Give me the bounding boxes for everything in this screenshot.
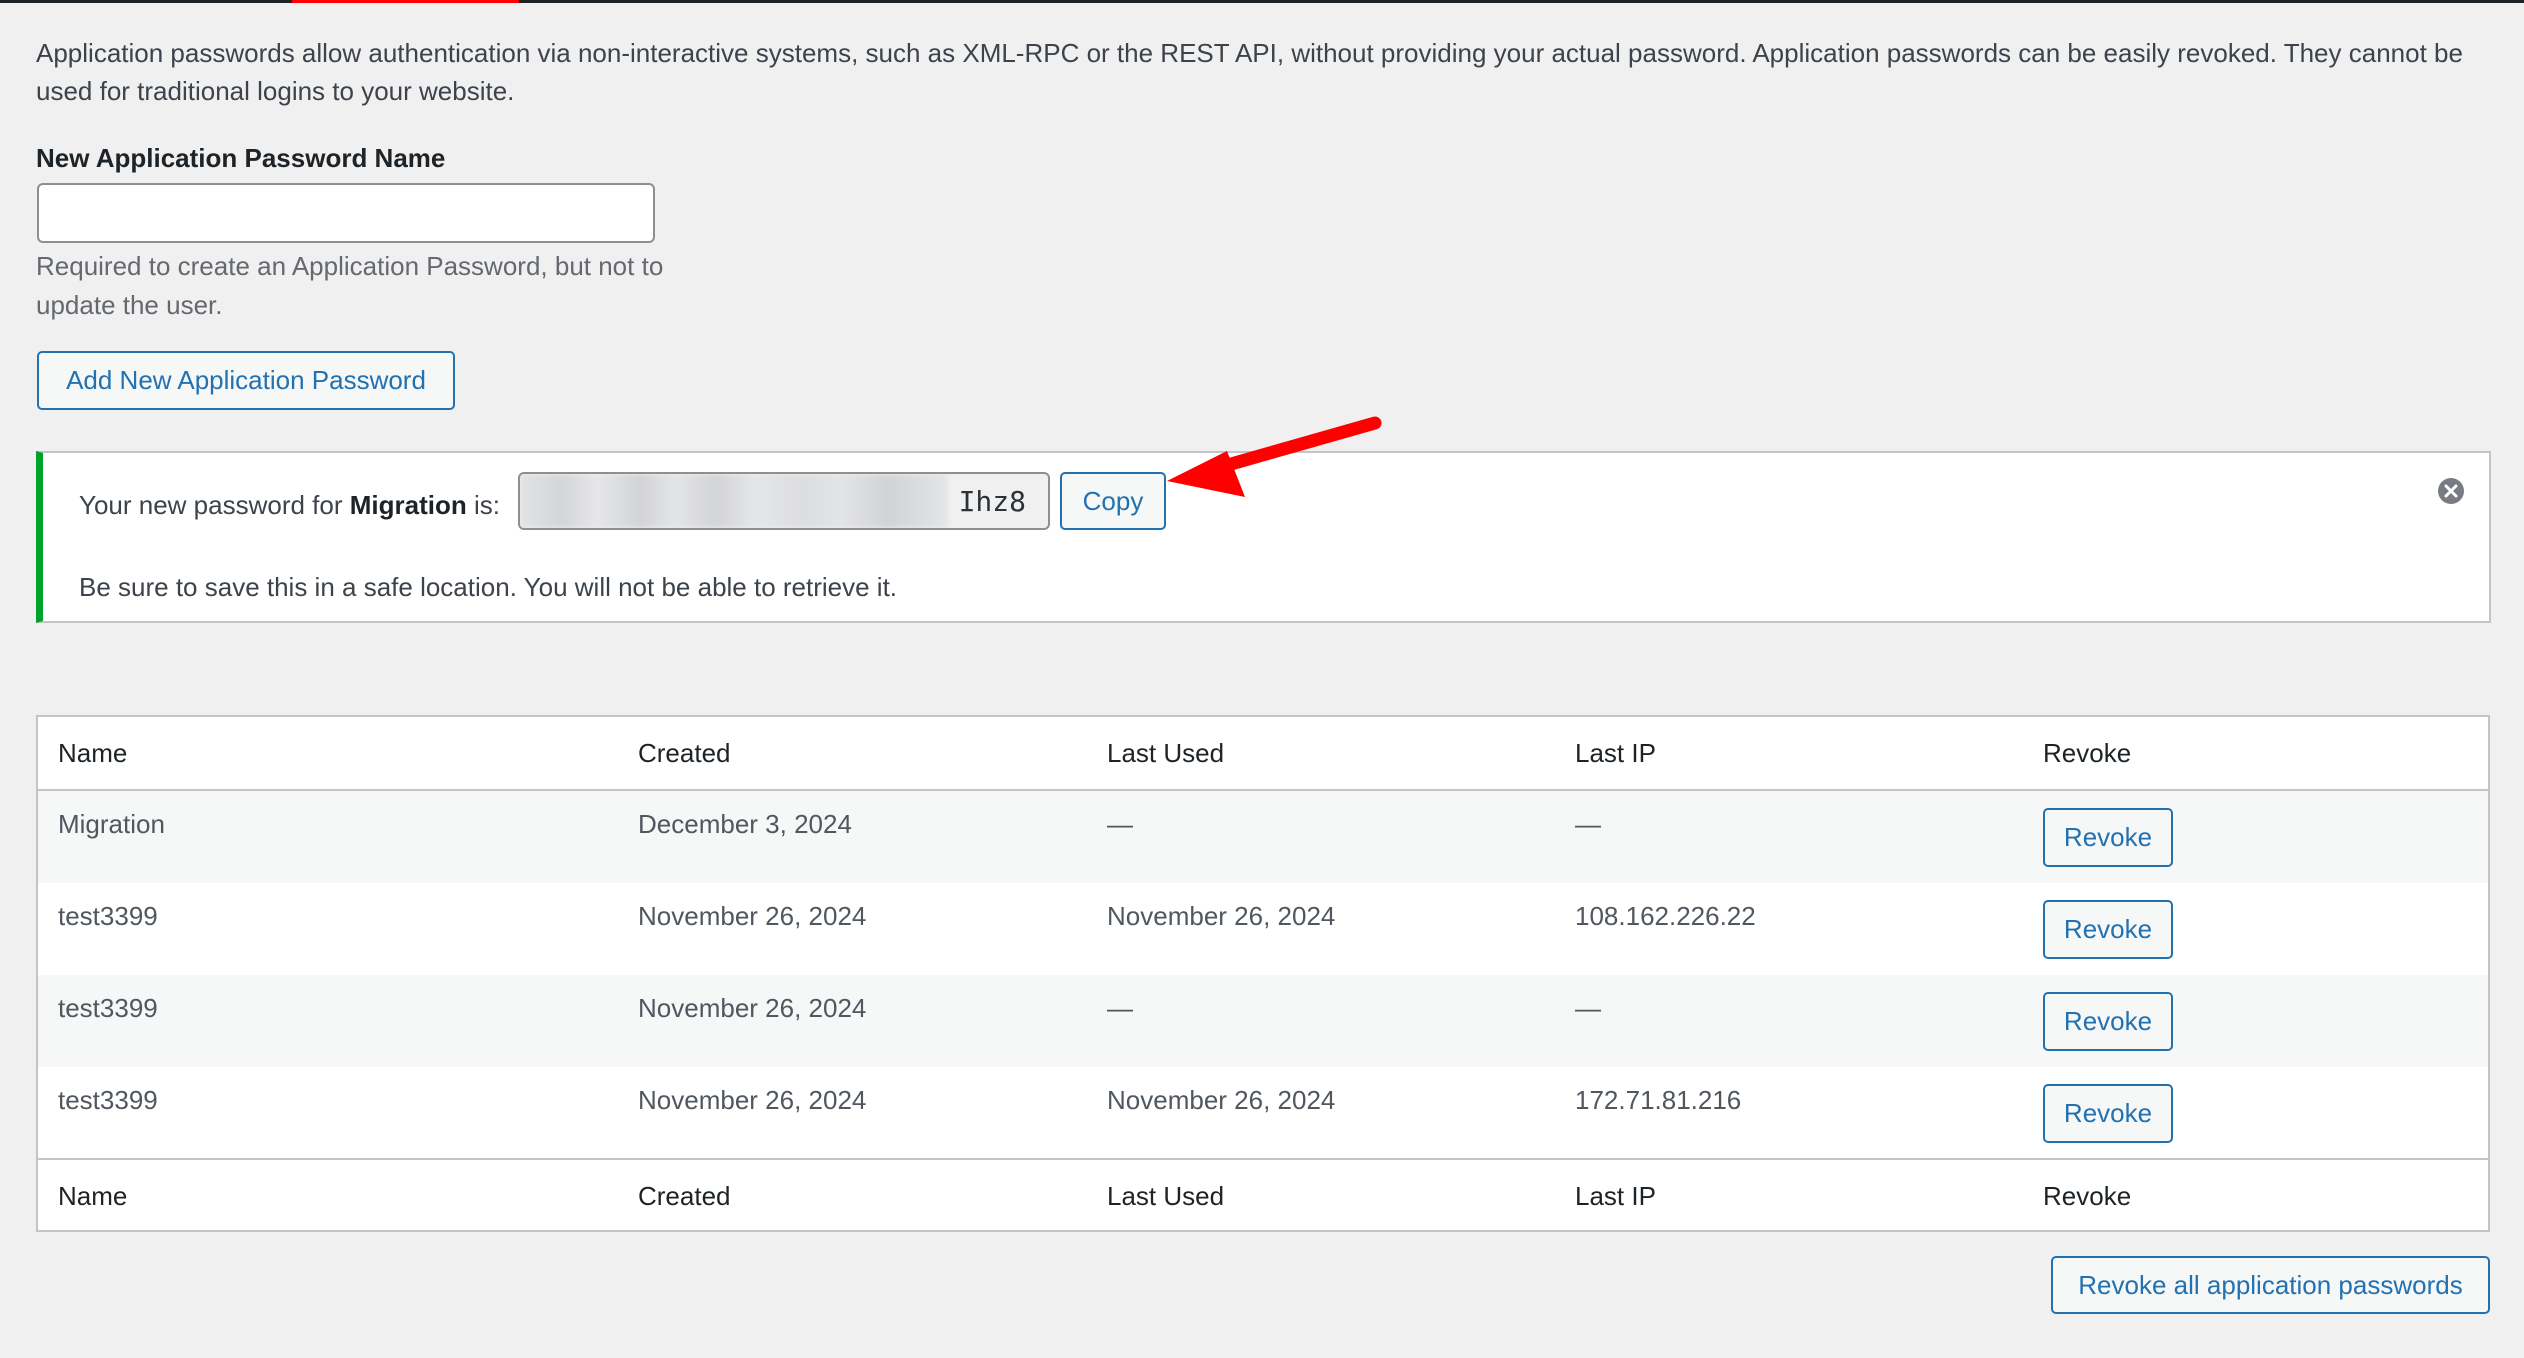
cell-name: test3399	[58, 1085, 158, 1115]
password-redacted-region	[520, 474, 948, 528]
column-footer-last-used[interactable]: Last Used	[1107, 1181, 1224, 1212]
annotation-arrow-icon	[1167, 416, 1382, 497]
new-password-message: Your new password for Migration is:	[79, 490, 500, 521]
cell-last-ip: 172.71.81.216	[1575, 1085, 1742, 1115]
active-tab-indicator	[292, 0, 519, 3]
cell-last-used: —	[1107, 809, 1133, 839]
revoke-button[interactable]: Revoke	[2043, 992, 2173, 1051]
column-header-revoke: Revoke	[2043, 738, 2132, 768]
cell-last-used: November 26, 2024	[1107, 1085, 1336, 1115]
column-header-last-ip[interactable]: Last IP	[1575, 738, 1656, 769]
column-footer-created[interactable]: Created	[638, 1181, 731, 1212]
new-password-name-description: Required to create an Application Passwo…	[36, 251, 664, 320]
cell-last-ip: —	[1575, 993, 1601, 1023]
cell-last-used: —	[1107, 993, 1133, 1023]
column-footer-last-ip[interactable]: Last IP	[1575, 1181, 1656, 1212]
new-password-field[interactable]: Ihz8	[518, 472, 1050, 530]
cell-created: November 26, 2024	[638, 993, 867, 1023]
column-footer-revoke: Revoke	[2043, 1181, 2132, 1211]
cell-last-used: November 26, 2024	[1107, 901, 1336, 931]
intro-description: Application passwords allow authenticati…	[36, 38, 2463, 106]
new-password-name-input[interactable]	[37, 183, 655, 243]
cell-created: November 26, 2024	[638, 1085, 867, 1115]
arrow-shaft	[1203, 416, 1382, 477]
add-new-application-password-button[interactable]: Add New Application Password	[37, 351, 455, 410]
new-password-name-label: New Application Password Name	[36, 143, 446, 173]
cell-name: test3399	[58, 901, 158, 931]
revoke-all-application-passwords-button[interactable]: Revoke all application passwords	[2051, 1256, 2490, 1314]
dismiss-icon[interactable]	[2438, 478, 2464, 504]
column-header-created[interactable]: Created	[638, 738, 731, 769]
cell-last-ip: —	[1575, 809, 1601, 839]
revoke-button[interactable]: Revoke	[2043, 1084, 2173, 1143]
column-header-name[interactable]: Name	[58, 738, 127, 769]
cell-name: test3399	[58, 993, 158, 1023]
notice-app-name: Migration	[349, 490, 467, 520]
table-row: test3399 November 26, 2024 — — Revoke	[38, 975, 2488, 1067]
revoke-button[interactable]: Revoke	[2043, 808, 2173, 867]
notice-prefix: Your new password for	[79, 490, 350, 520]
password-visible-text: Ihz8	[958, 484, 1026, 518]
cell-last-ip: 108.162.226.22	[1575, 901, 1756, 931]
table-header: Name Created Last Used Last IP Revoke	[38, 717, 2488, 791]
column-footer-name[interactable]: Name	[58, 1181, 127, 1212]
table-row: test3399 November 26, 2024 November 26, …	[38, 883, 2488, 975]
cell-created: December 3, 2024	[638, 809, 852, 839]
table-row: Migration December 3, 2024 — — Revoke	[38, 791, 2488, 883]
revoke-button[interactable]: Revoke	[2043, 900, 2173, 959]
cell-created: November 26, 2024	[638, 901, 867, 931]
close-x-glyph	[2444, 484, 2458, 498]
admin-top-bar	[0, 0, 2524, 3]
table-row: test3399 November 26, 2024 November 26, …	[38, 1067, 2488, 1159]
save-warning-text: Be sure to save this in a safe location.…	[79, 572, 898, 602]
notice-suffix: is:	[466, 490, 500, 520]
table-footer: Name Created Last Used Last IP Revoke	[38, 1158, 2488, 1232]
application-passwords-table: Name Created Last Used Last IP Revoke Mi…	[36, 715, 2490, 1232]
column-header-last-used[interactable]: Last Used	[1107, 738, 1224, 769]
cell-name: Migration	[58, 809, 165, 839]
